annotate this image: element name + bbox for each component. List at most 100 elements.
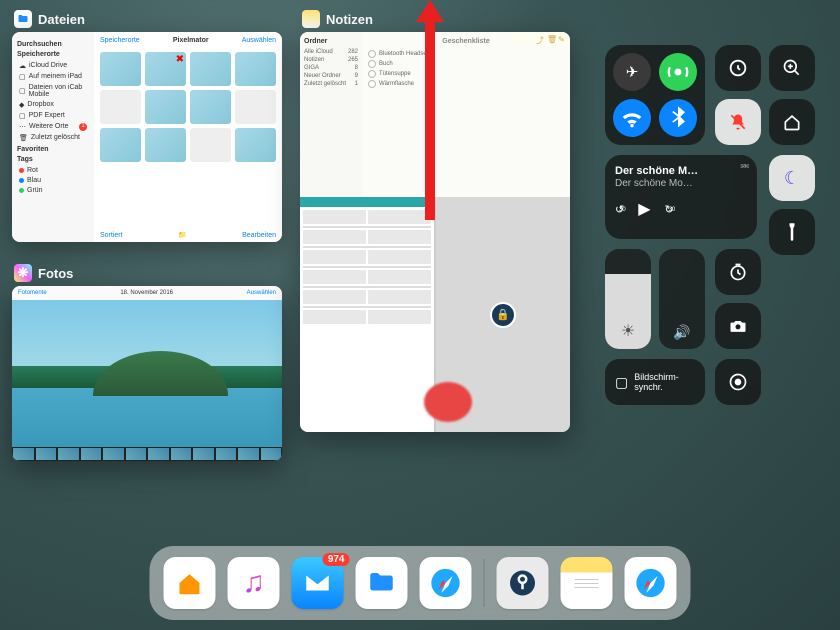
dateien-header: Speicherorte Pixelmator Auswählen [94,32,282,48]
loc-dropbox[interactable]: ◆Dropbox [17,99,89,110]
silent-button[interactable] [715,99,761,145]
loc-more[interactable]: ⋯Weitere Orte1 [17,121,89,132]
back-button[interactable]: Speicherorte [100,37,140,44]
checklist-item[interactable]: Wärmflasche [368,79,564,89]
notizen-ordner-heading: Ordner [304,38,358,45]
trash-icon[interactable]: 🗑 [547,35,555,43]
mail-badge: 974 [323,553,350,566]
media-subtitle: Der schöne Mo… [615,178,747,189]
section-speicherorte: Speicherorte [17,51,89,58]
fotos-title-text: Fotos [38,266,73,281]
skip-back-icon[interactable]: ↺30 [615,203,624,216]
volume-slider[interactable]: 🔊 [659,249,705,349]
dateien-footer: Sortiert 📁 Bearbeiten [94,228,282,242]
checklist-item[interactable]: Tütensuppe [368,69,564,79]
file-tile[interactable] [235,90,276,124]
header-current: Pixelmator [173,37,209,44]
file-tile[interactable] [145,90,186,124]
compose-icon[interactable]: ✎ [558,35,566,43]
loc-pdf[interactable]: ▢PDF Expert [17,110,89,121]
home-button[interactable] [769,99,815,145]
play-icon[interactable]: ▶ [638,199,650,219]
do-not-disturb-button[interactable]: ☾ [769,155,815,201]
select-button[interactable]: Auswählen [242,37,276,44]
dock-music-app[interactable]: ♫ [228,557,280,609]
browser-pane[interactable] [300,197,434,432]
screen-mirror-icon: ▢ [615,374,628,391]
dock-mail-app[interactable]: 974 [292,557,344,609]
camera-button[interactable] [715,303,761,349]
dock-separator [484,559,485,607]
file-tile[interactable] [235,128,276,162]
folder-row[interactable]: Neuer Ordner9 [304,72,358,80]
loc-ipad[interactable]: ▢Auf meinem iPad [17,71,89,82]
skip-fwd-icon[interactable]: ↻30 [665,203,674,216]
dock-notes-app[interactable] [561,557,613,609]
loc-icab[interactable]: ▢Dateien von iCab Mobile [17,82,89,99]
wifi-toggle[interactable] [613,99,651,137]
dock-home-app[interactable] [164,557,216,609]
fotos-card[interactable]: Fotomente 18. November 2016 Auswählen [12,286,282,461]
checklist-item[interactable]: Buch [368,59,564,69]
tag-rot[interactable]: Rot [17,165,89,175]
tag-blau[interactable]: Blau [17,175,89,185]
fotos-select[interactable]: Auswählen [247,290,276,296]
screen-record-button[interactable] [715,359,761,405]
file-tile[interactable] [190,128,231,162]
dateien-card[interactable]: Durchsuchen Speicherorte ☁︎iCloud Drive … [12,32,282,242]
file-tile[interactable] [190,90,231,124]
file-tile[interactable]: ✖ [145,52,186,86]
folder-row[interactable]: Alle iCloud282 [304,48,358,56]
annotation-touch-point [424,382,472,422]
brightness-slider[interactable]: ☀ [605,249,651,349]
fotos-photo[interactable] [12,300,282,447]
sidebar-heading: Durchsuchen [17,41,89,48]
loc-icloud[interactable]: ☁︎iCloud Drive [17,60,89,71]
cellular-toggle[interactable] [659,53,697,91]
fotos-thumbstrip[interactable] [12,447,282,461]
folder-row[interactable]: Notizen265 [304,56,358,64]
zoom-button[interactable] [769,45,815,91]
share-icon[interactable]: ⤴ [536,35,544,43]
dateien-content: Speicherorte Pixelmator Auswählen ✖ Sort… [94,32,282,242]
flashlight-button[interactable] [769,209,815,255]
notizen-title-text: Notizen [326,12,373,27]
notes-app-icon [302,10,320,28]
timer-button[interactable] [715,249,761,295]
tag-gruen[interactable]: Grün [17,185,89,195]
airplane-toggle[interactable]: ✈ [613,53,651,91]
rotation-lock-button[interactable] [715,45,761,91]
dock-files-app[interactable] [356,557,408,609]
brightness-icon: ☀ [621,321,635,341]
notizen-sidebar: Ordner Alle iCloud282 Notizen265 GIGA8 N… [300,32,362,197]
fotos-card-title: ❋ Fotos [14,264,73,282]
folder-row[interactable]: Zuletzt gelöscht1 [304,80,358,88]
folder-row[interactable]: GIGA8 [304,64,358,72]
dock: ♫ 974 [150,546,691,620]
file-tile[interactable] [100,90,141,124]
volume-icon: 🔊 [659,324,705,341]
screen-mirror-button[interactable]: ▢ Bildschirm-synchr. [605,359,705,405]
file-tile[interactable] [100,52,141,86]
footer-sort[interactable]: Sortiert [100,232,123,239]
file-tile[interactable] [100,128,141,162]
section-tags: Tags [17,156,89,163]
dock-safari-app[interactable] [420,557,472,609]
connectivity-group: ✈ [605,45,705,145]
dock-safari-recent[interactable] [625,557,677,609]
file-tile[interactable] [235,52,276,86]
dateien-sidebar: Durchsuchen Speicherorte ☁︎iCloud Drive … [12,32,94,242]
checklist-item[interactable]: Bluetooth Headset [368,49,564,59]
dock-1password-app[interactable] [497,557,549,609]
media-widget[interactable]: ⎃ Der schöne M… Der schöne Mo… ↺30 ▶ ↻30 [605,155,757,239]
loc-trash[interactable]: 🗑Zuletzt gelöscht [17,132,89,143]
bluetooth-toggle[interactable] [659,99,697,137]
files-app-icon [14,10,32,28]
airplay-icon[interactable]: ⎃ [741,163,749,174]
file-tile[interactable] [145,128,186,162]
fotos-back[interactable]: Fotomente [18,290,47,296]
fotos-header: Fotomente 18. November 2016 Auswählen [12,286,282,300]
photos-app-icon: ❋ [14,264,32,282]
file-tile[interactable] [190,52,231,86]
footer-edit[interactable]: Bearbeiten [242,232,276,239]
